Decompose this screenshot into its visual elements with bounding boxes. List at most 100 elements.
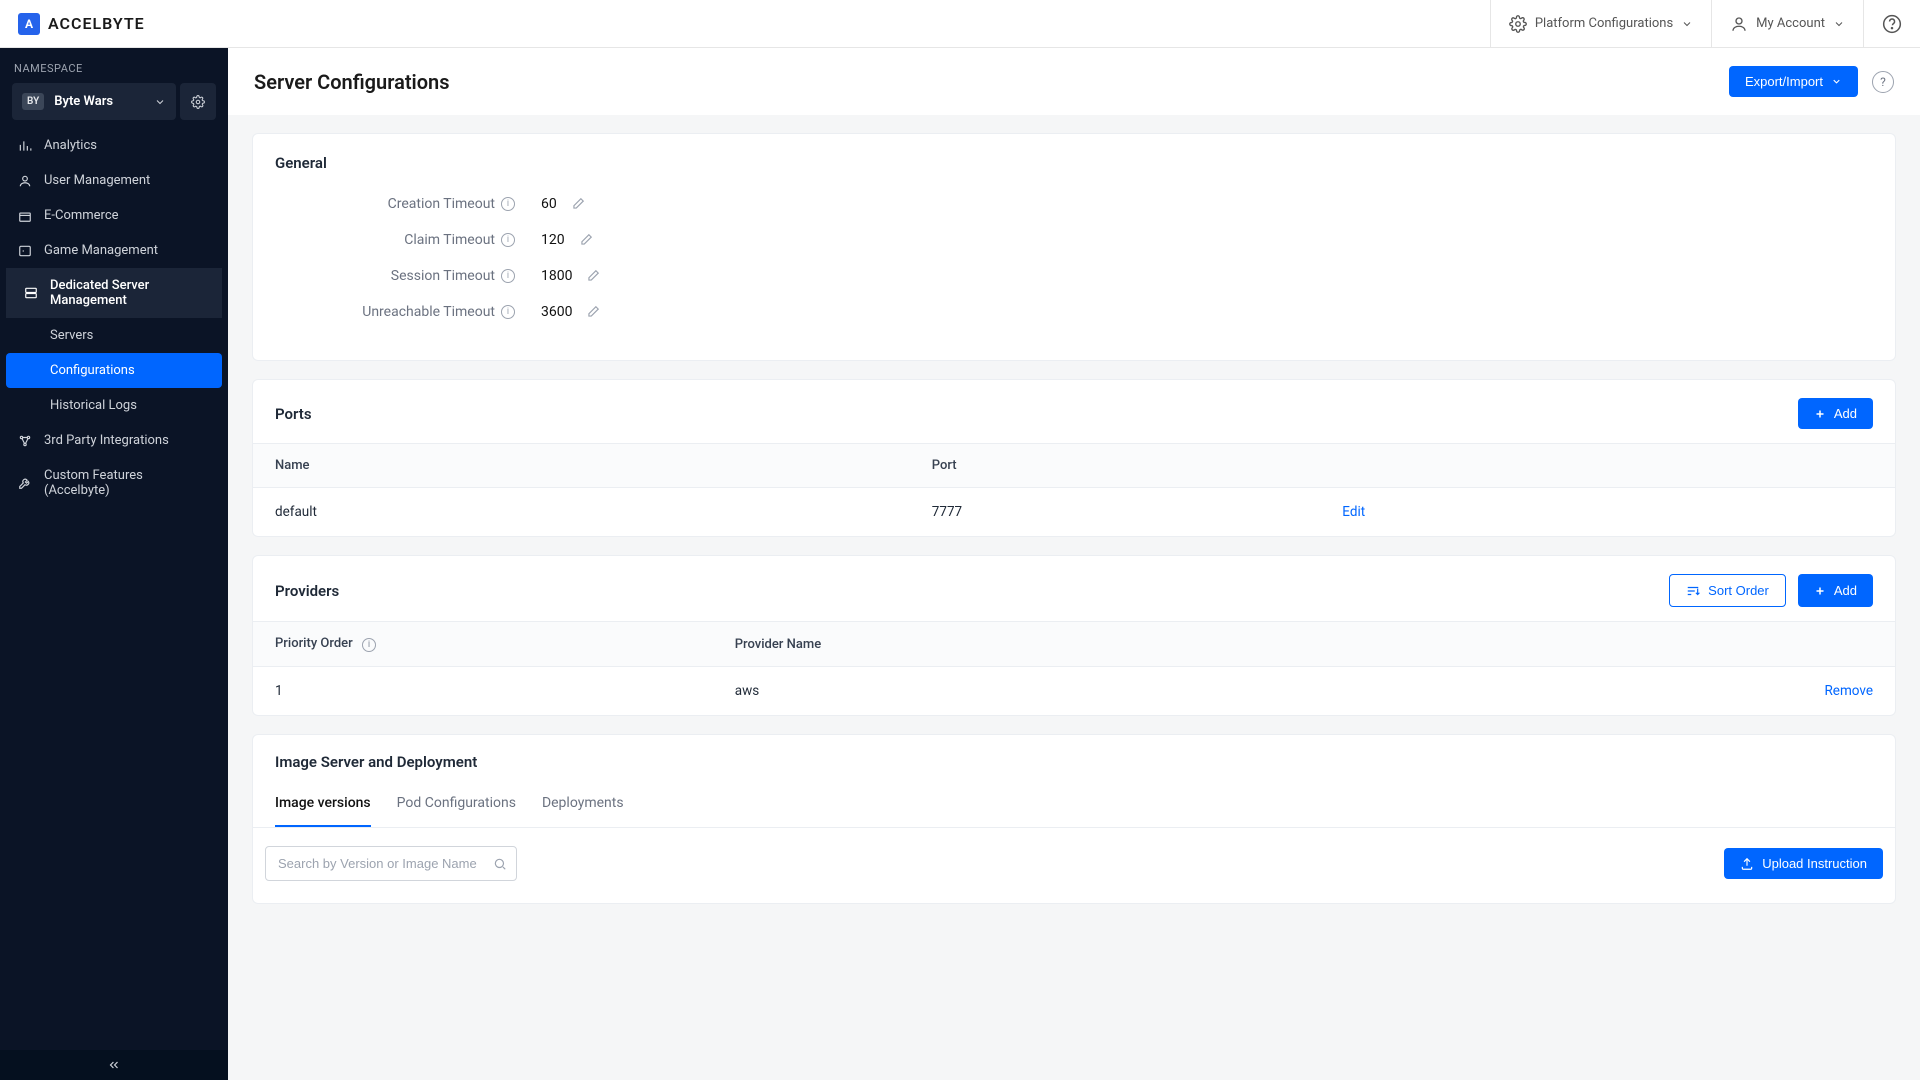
unreachable-timeout-value: 3600 <box>541 304 572 320</box>
chart-icon <box>18 139 32 153</box>
page-help-button[interactable]: ? <box>1872 71 1894 93</box>
add-provider-button[interactable]: Add <box>1798 574 1873 607</box>
remove-provider-link[interactable]: Remove <box>1824 683 1873 699</box>
info-icon[interactable]: i <box>501 305 515 319</box>
namespace-label: NAMESPACE <box>0 48 228 83</box>
export-import-button[interactable]: Export/Import <box>1729 66 1858 97</box>
topbar-help[interactable] <box>1863 0 1920 47</box>
plus-icon <box>1814 408 1826 420</box>
edit-icon[interactable] <box>571 197 585 211</box>
unreachable-timeout-label: Unreachable Timeout <box>362 304 495 320</box>
sidebar-sub-historical-logs[interactable]: Historical Logs <box>6 388 222 423</box>
search-icon <box>493 857 507 871</box>
page-header: Server Configurations Export/Import ? <box>228 48 1920 115</box>
brand-name: ACCELBYTE <box>48 14 145 33</box>
sidebar-item-user-management[interactable]: User Management <box>0 163 228 198</box>
add-port-button[interactable]: Add <box>1798 398 1873 429</box>
row-unreachable-timeout: Unreachable Timeout i 3600 <box>275 294 1873 330</box>
collapse-icon <box>107 1058 121 1072</box>
sidebar: NAMESPACE BY Byte Wars Analytics User Ma… <box>0 48 228 1080</box>
namespace-name: Byte Wars <box>54 94 144 109</box>
namespace-settings-button[interactable] <box>180 83 216 120</box>
sidebar-item-label: Analytics <box>44 138 97 153</box>
page-title: Server Configurations <box>254 70 450 94</box>
platform-configurations-menu[interactable]: Platform Configurations <box>1490 0 1711 47</box>
sidebar-item-dedicated-server[interactable]: Dedicated Server Management <box>6 268 222 318</box>
session-timeout-label: Session Timeout <box>391 268 495 284</box>
sidebar-item-analytics[interactable]: Analytics <box>0 128 228 163</box>
edit-icon[interactable] <box>586 305 600 319</box>
edit-icon[interactable] <box>579 233 593 247</box>
gear-icon <box>191 95 205 109</box>
sidebar-item-label: Game Management <box>44 243 158 258</box>
chevron-down-icon <box>1831 76 1842 87</box>
providers-col-priority: Priority Order i <box>253 622 713 667</box>
namespace-badge: BY <box>22 93 44 110</box>
upload-instruction-button[interactable]: Upload Instruction <box>1724 848 1883 879</box>
sidebar-item-label: E-Commerce <box>44 208 119 223</box>
store-icon <box>18 209 32 223</box>
tab-deployments[interactable]: Deployments <box>542 783 624 827</box>
info-icon[interactable]: i <box>501 233 515 247</box>
providers-title: Providers <box>275 582 339 600</box>
info-icon[interactable]: i <box>362 638 376 652</box>
chevron-down-icon <box>1833 18 1845 30</box>
claim-timeout-value: 120 <box>541 232 565 248</box>
sidebar-item-custom-features[interactable]: Custom Features (Accelbyte) <box>0 458 228 508</box>
table-row: 1 aws Remove <box>253 667 1895 716</box>
ports-col-name: Name <box>253 444 910 488</box>
port-value: 7777 <box>910 488 1321 537</box>
my-account-menu[interactable]: My Account <box>1711 0 1863 47</box>
sidebar-item-label: User Management <box>44 173 150 188</box>
info-icon[interactable]: i <box>501 269 515 283</box>
main: Server Configurations Export/Import ? Ge… <box>228 48 1920 1080</box>
edit-icon[interactable] <box>586 269 600 283</box>
brand-logo-icon: A <box>18 13 40 35</box>
edit-port-link[interactable]: Edit <box>1342 504 1365 520</box>
creation-timeout-value: 60 <box>541 196 557 212</box>
namespace-selector[interactable]: BY Byte Wars <box>12 83 176 120</box>
image-deployment-card: Image Server and Deployment Image versio… <box>252 734 1896 904</box>
brand: A ACCELBYTE <box>18 13 145 35</box>
creation-timeout-label: Creation Timeout <box>388 196 495 212</box>
image-tabs: Image versions Pod Configurations Deploy… <box>253 783 1895 828</box>
sort-order-button[interactable]: Sort Order <box>1669 574 1786 607</box>
sidebar-item-ecommerce[interactable]: E-Commerce <box>0 198 228 233</box>
tab-image-versions[interactable]: Image versions <box>275 783 371 827</box>
topbar-right: Platform Configurations My Account <box>1490 0 1920 47</box>
sidebar-item-3rd-party[interactable]: 3rd Party Integrations <box>0 423 228 458</box>
sidebar-sub-configurations[interactable]: Configurations <box>6 353 222 388</box>
row-claim-timeout: Claim Timeout i 120 <box>275 222 1873 258</box>
sort-icon <box>1686 584 1700 598</box>
table-row: default 7777 Edit <box>253 488 1895 537</box>
sidebar-sub-servers[interactable]: Servers <box>6 318 222 353</box>
server-icon <box>24 286 38 300</box>
plus-icon <box>1814 585 1826 597</box>
sidebar-item-game-management[interactable]: Game Management <box>0 233 228 268</box>
user-icon <box>18 174 32 188</box>
sort-order-label: Sort Order <box>1708 583 1769 598</box>
add-port-label: Add <box>1834 406 1857 421</box>
chevron-down-icon <box>154 96 166 108</box>
help-icon: ? <box>1880 75 1886 89</box>
port-name: default <box>253 488 910 537</box>
platform-configurations-label: Platform Configurations <box>1535 16 1673 31</box>
topbar: A ACCELBYTE Platform Configurations My A… <box>0 0 1920 48</box>
ports-col-port: Port <box>910 444 1321 488</box>
session-timeout-value: 1800 <box>541 268 572 284</box>
upload-icon <box>1740 857 1754 871</box>
sidebar-collapse-button[interactable] <box>0 1050 228 1080</box>
ports-table: Name Port default 7777 Edit <box>253 443 1895 536</box>
general-title: General <box>275 154 1873 172</box>
row-creation-timeout: Creation Timeout i 60 <box>275 186 1873 222</box>
sidebar-item-label: Dedicated Server Management <box>50 278 204 308</box>
image-deployment-title: Image Server and Deployment <box>275 753 477 771</box>
network-icon <box>18 434 32 448</box>
tab-pod-configurations[interactable]: Pod Configurations <box>397 783 516 827</box>
sidebar-item-label: Custom Features (Accelbyte) <box>44 468 210 498</box>
search-input[interactable] <box>265 846 517 881</box>
provider-name: aws <box>713 667 1567 716</box>
providers-col-name: Provider Name <box>713 622 1567 667</box>
info-icon[interactable]: i <box>501 197 515 211</box>
ports-title: Ports <box>275 405 312 423</box>
